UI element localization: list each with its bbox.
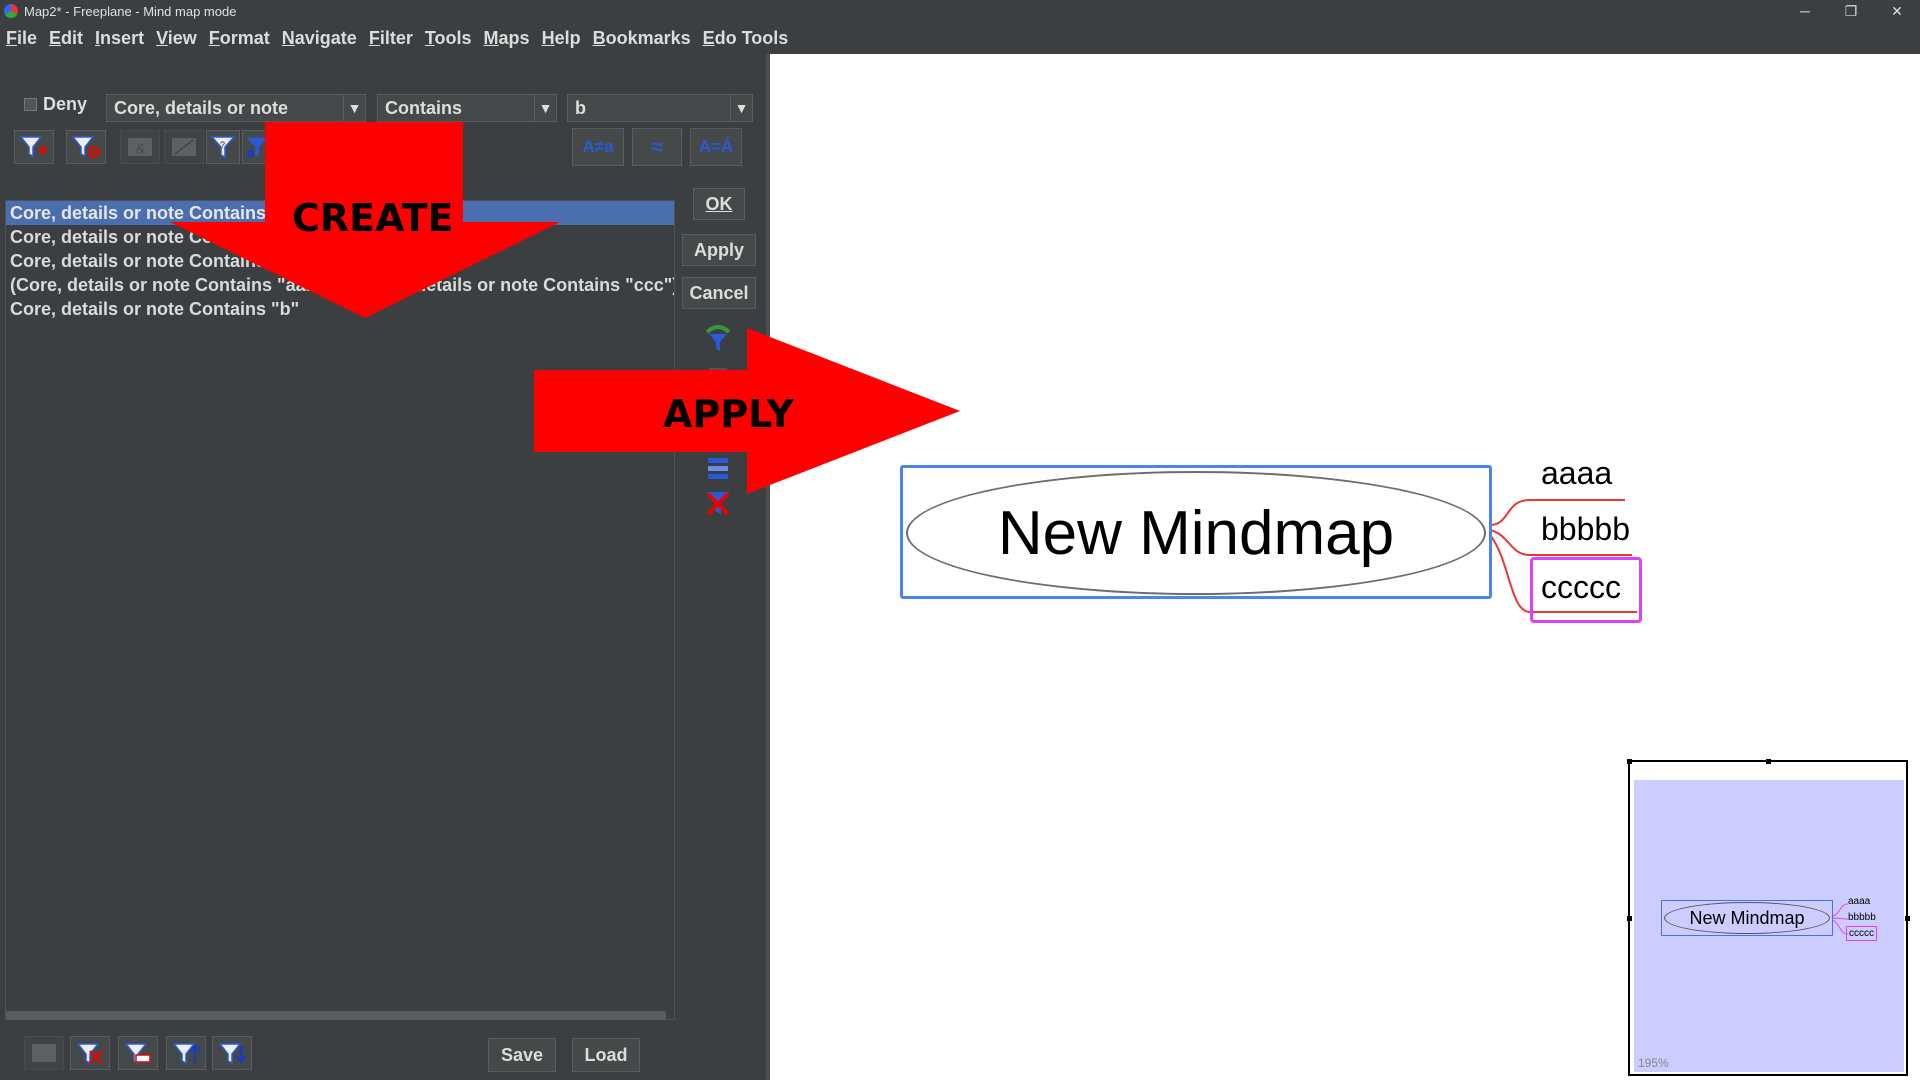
apply-callout-label: APPLY xyxy=(663,392,794,436)
annotation-arrows xyxy=(170,122,960,494)
create-callout-label: CREATE xyxy=(292,196,454,240)
